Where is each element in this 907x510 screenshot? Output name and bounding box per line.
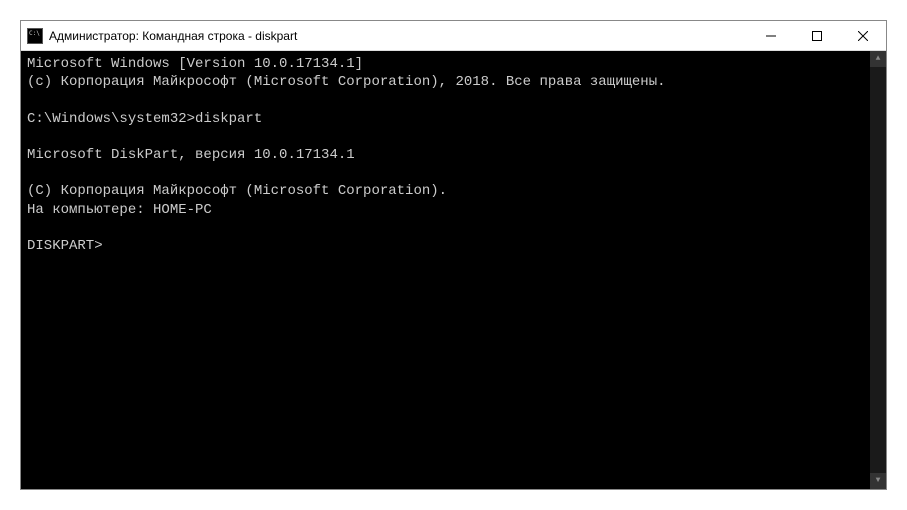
close-button[interactable] <box>840 21 886 50</box>
terminal-line: C:\Windows\system32>diskpart <box>27 110 880 128</box>
window-controls <box>748 21 886 50</box>
terminal-line <box>27 91 880 109</box>
terminal-line: На компьютере: HOME-PC <box>27 201 880 219</box>
terminal-line: Microsoft Windows [Version 10.0.17134.1] <box>27 55 880 73</box>
terminal-line <box>27 128 880 146</box>
minimize-button[interactable] <box>748 21 794 50</box>
window-title: Администратор: Командная строка - diskpa… <box>49 29 297 43</box>
scrollbar[interactable]: ▲ ▼ <box>870 51 886 489</box>
maximize-button[interactable] <box>794 21 840 50</box>
command-prompt-window: Администратор: Командная строка - diskpa… <box>20 20 887 490</box>
scroll-down-icon[interactable]: ▼ <box>870 473 886 489</box>
terminal-line <box>27 164 880 182</box>
cmd-icon <box>27 28 43 44</box>
terminal-line: (c) Корпорация Майкрософт (Microsoft Cor… <box>27 73 880 91</box>
terminal-area[interactable]: Microsoft Windows [Version 10.0.17134.1]… <box>21 51 886 489</box>
scroll-up-icon[interactable]: ▲ <box>870 51 886 67</box>
terminal-line <box>27 219 880 237</box>
terminal-prompt: DISKPART> <box>27 237 880 255</box>
terminal-line: (C) Корпорация Майкрософт (Microsoft Cor… <box>27 182 880 200</box>
title-bar: Администратор: Командная строка - diskpa… <box>21 21 886 51</box>
terminal-line: Microsoft DiskPart, версия 10.0.17134.1 <box>27 146 880 164</box>
title-left: Администратор: Командная строка - diskpa… <box>27 28 297 44</box>
